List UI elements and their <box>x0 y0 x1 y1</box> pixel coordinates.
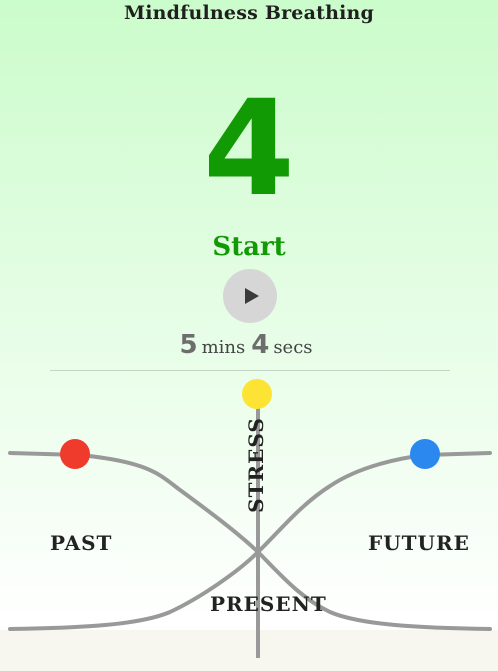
past-dot <box>60 439 90 469</box>
past-label: PAST <box>50 531 113 555</box>
stress-dot <box>242 379 272 409</box>
future-dot <box>410 439 440 469</box>
stress-label: STRESS <box>244 417 268 513</box>
time-stress-diagram <box>8 379 492 658</box>
future-label: FUTURE <box>368 531 470 555</box>
present-label: PRESENT <box>210 592 327 616</box>
